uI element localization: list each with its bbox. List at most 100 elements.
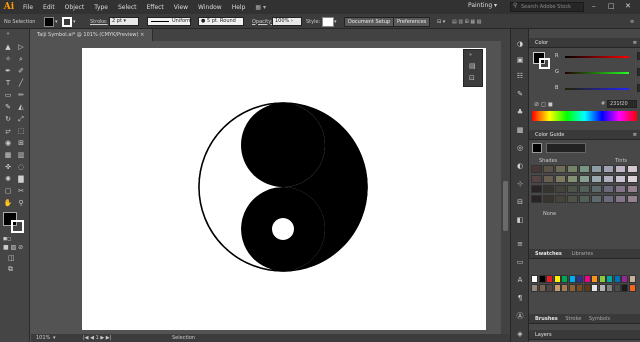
maximize-button[interactable]: □: [608, 2, 615, 10]
libraries-icon[interactable]: ▣: [515, 55, 525, 65]
document-setup-button[interactable]: Document Setup: [344, 16, 395, 27]
swatch-chip[interactable]: [621, 284, 628, 292]
guide-swatch[interactable]: [591, 175, 602, 183]
guide-swatch[interactable]: [567, 185, 578, 193]
guide-swatch[interactable]: [543, 195, 554, 203]
scale-tool-icon[interactable]: ⤢: [16, 115, 26, 124]
guide-swatch[interactable]: [543, 185, 554, 193]
guide-swatch[interactable]: [543, 165, 554, 173]
zoom-tool-icon[interactable]: ⚲: [16, 199, 26, 208]
opacity-link[interactable]: Opacity:: [252, 19, 273, 25]
swatch-chip[interactable]: [598, 284, 606, 292]
guide-swatch[interactable]: [627, 185, 638, 193]
tab-stroke[interactable]: Stroke: [565, 316, 581, 322]
variable-width-profile[interactable]: Uniform: [147, 16, 192, 27]
guide-swatch[interactable]: [567, 165, 578, 173]
guide-swatch[interactable]: [579, 165, 590, 173]
swatch-chip[interactable]: [621, 275, 628, 283]
swatch-chip[interactable]: [613, 284, 621, 292]
guide-swatch[interactable]: [615, 195, 626, 203]
menu-window[interactable]: Window: [193, 4, 227, 11]
none-white-black-icons[interactable]: ⊘ ◻ ◼: [534, 101, 553, 108]
guide-swatch[interactable]: [627, 195, 638, 203]
align-buttons[interactable]: ▤ ▥ ⊞ ▦ ▧: [452, 16, 481, 27]
rectangle-tool-icon[interactable]: ▭: [3, 91, 13, 100]
menu-select[interactable]: Select: [113, 4, 142, 11]
color-guide-grid[interactable]: [531, 165, 639, 205]
color-spectrum[interactable]: [532, 111, 637, 121]
type-tool-icon[interactable]: T: [3, 79, 13, 88]
eraser-icon[interactable]: ◭: [16, 103, 26, 112]
glyphs-icon[interactable]: Ⓐ: [515, 311, 525, 321]
transform-icon[interactable]: ⊹: [515, 179, 525, 189]
pen-tool-icon[interactable]: ✒: [3, 67, 13, 76]
align-icon[interactable]: ⊟ ▾: [437, 16, 445, 27]
guide-swatch[interactable]: [567, 175, 578, 183]
mesh-tool-icon[interactable]: ▦: [3, 151, 13, 160]
guide-swatch[interactable]: [615, 185, 626, 193]
guide-swatch[interactable]: [567, 195, 578, 203]
slice-tool-icon[interactable]: ✂: [16, 187, 26, 196]
default-colors-icon[interactable]: ◼◻: [3, 236, 11, 242]
swatch-chip[interactable]: [531, 284, 538, 292]
guide-swatch[interactable]: [555, 175, 566, 183]
guide-swatch[interactable]: [543, 175, 554, 183]
menu-object[interactable]: Object: [60, 4, 90, 11]
guide-swatch[interactable]: [615, 175, 626, 183]
swatch-chip[interactable]: [591, 284, 598, 292]
graphic-style-swatch[interactable]: ▾: [322, 16, 337, 27]
guide-swatch[interactable]: [591, 185, 602, 193]
swatch-chip[interactable]: [531, 275, 538, 283]
guide-swatch[interactable]: [603, 195, 614, 203]
pathfinder-icon[interactable]: ◧: [515, 215, 525, 225]
paintbrush-icon[interactable]: ✏: [16, 91, 26, 100]
color-panel-header[interactable]: Color ≡: [529, 38, 640, 48]
bridge-icon[interactable]: ▦ ▾: [250, 4, 271, 11]
fill-swatch[interactable]: ▾: [44, 16, 58, 27]
blend-tool-icon[interactable]: ◌: [16, 163, 26, 172]
swatch-grid[interactable]: [531, 275, 637, 303]
swatch-chip[interactable]: [628, 284, 636, 292]
appearance-icon[interactable]: ◎: [515, 143, 525, 153]
stroke-color-box[interactable]: [11, 220, 24, 233]
guide-swatch[interactable]: [603, 165, 614, 173]
mini-panel-collapse-icon[interactable]: »: [469, 52, 472, 58]
lasso-icon[interactable]: ⌕: [16, 55, 26, 64]
guide-swatch[interactable]: [615, 165, 626, 173]
close-window-button[interactable]: ✕: [625, 2, 631, 10]
guide-swatch[interactable]: [579, 185, 590, 193]
tab-brushes[interactable]: Brushes: [535, 316, 558, 322]
stroke-panel-icon[interactable]: ≡: [515, 239, 525, 249]
guide-swatch[interactable]: [531, 175, 542, 183]
tab-libraries[interactable]: Libraries: [571, 251, 593, 257]
layers-panel-icon[interactable]: ◈: [515, 329, 525, 339]
swatch-chip[interactable]: [576, 275, 583, 283]
close-tab-icon[interactable]: ×: [140, 32, 144, 38]
guide-swatch[interactable]: [603, 185, 614, 193]
pencil-icon[interactable]: ✎: [3, 103, 13, 112]
swatch-chip[interactable]: [613, 275, 621, 283]
green-slider[interactable]: [565, 72, 629, 74]
brushes-icon[interactable]: ✎: [515, 89, 525, 99]
direct-selection-tool-icon[interactable]: ▷: [16, 43, 26, 52]
gradient-icon[interactable]: ▭: [515, 257, 525, 267]
guide-swatch[interactable]: [579, 175, 590, 183]
guide-swatch[interactable]: [531, 195, 542, 203]
swatch-chip[interactable]: [628, 275, 636, 283]
taiji-symbol[interactable]: [82, 48, 486, 330]
swatch-chip[interactable]: [591, 275, 598, 283]
zoom-level[interactable]: 101%: [36, 334, 50, 342]
swatch-chip[interactable]: [598, 275, 606, 283]
search-stock-input[interactable]: Search Adobe Stock: [510, 2, 584, 12]
curvature-tool-icon[interactable]: ✐: [16, 67, 26, 76]
minimize-button[interactable]: –: [592, 2, 596, 10]
mini-panel-icon-1[interactable]: ▤: [469, 62, 476, 70]
swatch-chip[interactable]: [576, 284, 583, 292]
color-mode-icons[interactable]: ■ ▨ ⊘: [3, 244, 23, 251]
eyedropper-icon[interactable]: ✜: [3, 163, 13, 172]
vertical-scrollbar[interactable]: [501, 41, 510, 334]
swatch-chip[interactable]: [606, 275, 613, 283]
swatch-chip[interactable]: [583, 284, 591, 292]
artboard-tool-icon[interactable]: ▢: [3, 187, 13, 196]
guide-swatch[interactable]: [531, 165, 542, 173]
